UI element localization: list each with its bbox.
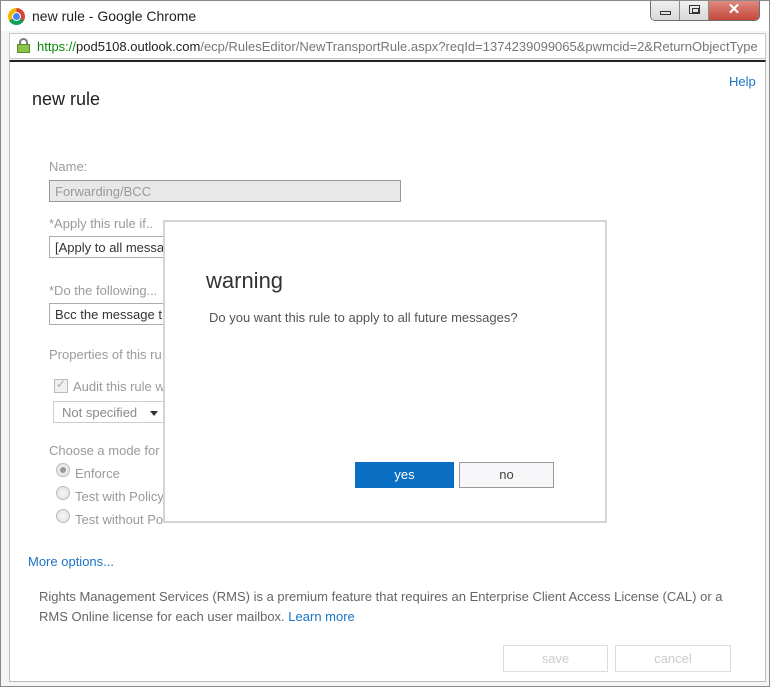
lock-icon — [17, 38, 30, 53]
url-scheme: https:// — [37, 39, 77, 54]
window-controls: ✕ — [650, 1, 760, 21]
mode-label-test-with-policy: Test with Policy — [75, 489, 164, 504]
url-host: pod5108.outlook.com — [76, 39, 201, 54]
mode-radio-test-with-policy[interactable] — [56, 486, 70, 500]
minimize-button[interactable] — [651, 1, 680, 20]
dialog-title: warning — [206, 268, 284, 293]
yes-button[interactable]: yes — [355, 462, 454, 488]
mode-label-enforce: Enforce — [75, 466, 120, 481]
url-text[interactable]: https://pod5108.outlook.com/ecp/RulesEdi… — [37, 39, 758, 54]
help-link[interactable]: Help — [729, 74, 756, 89]
close-icon: ✕ — [727, 1, 741, 18]
mode-label-test-without-policy: Test without Po — [75, 512, 164, 527]
do-following-label: *Do the following... — [49, 283, 158, 298]
mode-radio-test-without-policy[interactable] — [56, 509, 70, 523]
learn-more-link[interactable]: Learn more — [288, 609, 354, 624]
dropdown-arrow-icon — [150, 411, 158, 416]
apply-rule-label: *Apply this rule if.. — [49, 216, 154, 231]
minimize-icon — [660, 11, 671, 15]
rms-text: Rights Management Services (RMS) is a pr… — [39, 589, 723, 624]
save-button[interactable]: save — [503, 645, 608, 672]
mode-radio-enforce[interactable] — [56, 463, 70, 477]
do-following-select[interactable]: Bcc the message t — [49, 303, 169, 325]
maximize-button[interactable] — [680, 1, 709, 20]
title-bar: new rule - Google Chrome ✕ — [1, 1, 769, 31]
url-path: /ecp/RulesEditor/NewTransportRule.aspx?r… — [200, 39, 758, 54]
more-options-link[interactable]: More options... — [28, 554, 114, 569]
name-label: Name: — [49, 159, 88, 174]
name-input[interactable]: Forwarding/BCC — [49, 180, 401, 202]
restore-icon — [689, 5, 700, 14]
mode-label: Choose a mode for t — [49, 443, 167, 458]
no-button[interactable]: no — [459, 462, 554, 488]
severity-value: Not specified — [62, 405, 138, 420]
audit-checkbox[interactable] — [54, 377, 68, 393]
audit-label: Audit this rule w — [73, 379, 165, 394]
window-title: new rule - Google Chrome — [32, 8, 197, 24]
properties-label: Properties of this ru — [49, 347, 162, 362]
browser-window: new rule - Google Chrome ✕ https://pod51… — [0, 0, 770, 687]
dialog-message: Do you want this rule to apply to all fu… — [209, 310, 518, 325]
cancel-button[interactable]: cancel — [615, 645, 731, 672]
close-button[interactable]: ✕ — [709, 1, 759, 20]
apply-rule-select[interactable]: [Apply to all messa — [49, 236, 169, 258]
warning-dialog: warning Do you want this rule to apply t… — [163, 220, 607, 523]
address-bar[interactable]: https://pod5108.outlook.com/ecp/RulesEdi… — [9, 33, 766, 59]
severity-select[interactable]: Not specified — [53, 401, 164, 423]
rms-notice: Rights Management Services (RMS) is a pr… — [39, 587, 754, 627]
page-title: new rule — [32, 89, 101, 109]
chrome-logo-icon — [8, 8, 25, 25]
